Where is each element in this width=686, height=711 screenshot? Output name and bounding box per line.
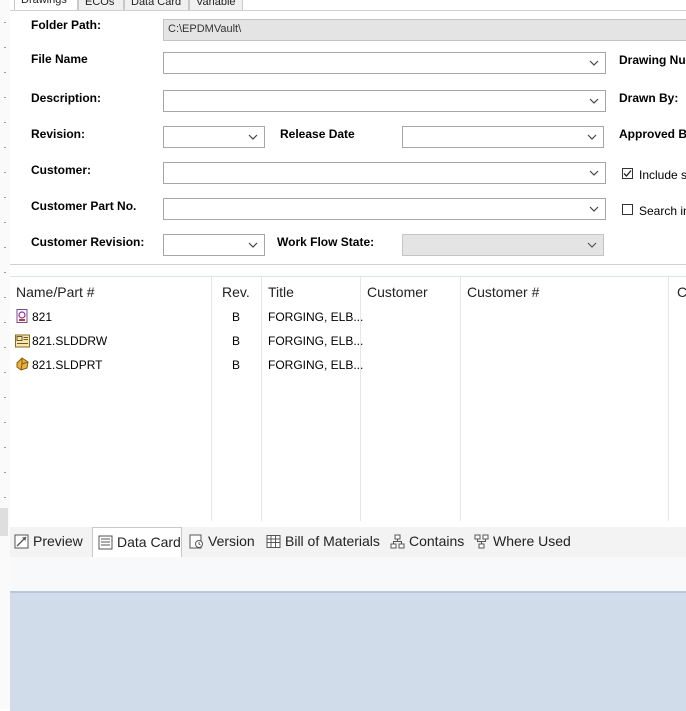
revision-label: Revision: [31,127,86,141]
column-header-rev[interactable]: Rev. [222,284,250,300]
chevron-down-icon [589,98,599,104]
customer-part-label: Customer Part No. [31,199,137,213]
search-in-label: Search in [639,204,686,218]
detail-tabs: Preview Data Card Version Bill of Materi… [10,527,686,558]
part-file-icon [16,357,29,371]
detail-toolbar-strip [10,557,686,591]
row-rev: B [232,310,241,324]
left-gutter [0,0,10,709]
customer-part-combo[interactable] [163,198,606,220]
tab-where-used[interactable]: Where Used [474,527,571,556]
tab-variable[interactable]: Variable [189,0,243,10]
column-header-customer[interactable]: Customer [367,284,428,300]
customer-combo[interactable] [163,162,606,184]
release-date-label: Release Date [280,127,355,141]
release-date-combo[interactable] [402,126,604,148]
tab-bom-label: Bill of Materials [285,533,380,549]
tab-preview-label: Preview [33,533,83,549]
table-row[interactable]: 821.SLDPRT B FORGING, ELB... [10,355,686,377]
table-row[interactable]: 821.SLDDRW B FORGING, ELB... [10,331,686,353]
chevron-down-icon [589,60,599,66]
version-icon [189,534,203,549]
tab-preview[interactable]: Preview [14,527,83,556]
column-header-customer-no[interactable]: Customer # [467,284,539,300]
chevron-down-icon [587,134,597,140]
workflow-state-label: Work Flow State: [277,235,375,249]
chevron-down-icon [587,242,597,248]
include-label: Include su [639,168,686,182]
search-in-checkbox[interactable] [622,204,633,215]
where-used-icon [474,534,489,549]
table-row[interactable]: 821 B FORGING, ELB... [10,307,686,329]
file-name-combo[interactable] [163,52,606,74]
include-checkbox[interactable] [622,168,633,179]
search-panel: Folder Path: C:\EPDMVault\ File Name Dra… [10,10,686,265]
chevron-down-icon [589,170,599,176]
row-name: 821.SLDPRT [32,358,103,372]
row-name: 821 [32,310,53,324]
row-title: FORGING, ELB... [268,310,364,324]
folder-path-field[interactable]: C:\EPDMVault\ [163,19,686,41]
column-header-c[interactable]: C [677,284,686,300]
revision-combo[interactable] [163,126,265,148]
tab-data-card[interactable]: Data Card [124,0,189,10]
row-title: FORGING, ELB... [268,358,364,372]
preview-icon [14,534,29,549]
description-label: Description: [31,91,102,105]
tab-ecos[interactable]: ECOs [78,0,124,10]
tab-contains[interactable]: Contains [390,527,464,556]
column-header-name[interactable]: Name/Part # [16,284,95,300]
row-title: FORGING, ELB... [268,334,364,348]
tab-bill-of-materials[interactable]: Bill of Materials [266,527,380,556]
part-number-icon [16,309,28,323]
tab-version[interactable]: Version [189,527,255,556]
tab-data-card-label: Data Card [117,534,181,550]
data-card-pane [10,591,686,711]
drawing-number-label: Drawing Nu [619,53,686,67]
bom-icon [266,535,281,548]
row-rev: B [232,334,241,348]
workflow-state-combo[interactable] [402,234,604,256]
tab-data-card-detail[interactable]: Data Card [92,527,182,557]
chevron-down-icon [248,134,258,140]
checkmark-icon [623,170,632,177]
tab-version-label: Version [208,533,255,549]
customer-revision-combo[interactable] [163,234,265,256]
approved-by-label: Approved B [619,127,686,141]
tab-contains-label: Contains [409,533,465,549]
column-header-title[interactable]: Title [268,284,294,300]
chevron-down-icon [248,242,258,248]
chevron-down-icon [589,206,599,212]
results-list: Name/Part # Rev. Title Customer Customer… [10,276,686,523]
row-name: 821.SLDDRW [32,334,108,348]
customer-label: Customer: [31,163,92,177]
file-name-label: File Name [31,52,88,66]
drawing-file-icon [15,334,30,348]
description-combo[interactable] [163,90,606,112]
folder-path-label: Folder Path: [31,18,102,32]
customer-revision-label: Customer Revision: [31,235,145,249]
data-card-icon [98,535,113,550]
drawn-by-label: Drawn By: [619,91,679,105]
tab-where-used-label: Where Used [493,533,571,549]
row-rev: B [232,358,241,372]
contains-icon [390,534,405,549]
folder-path-value: C:\EPDMVault\ [168,23,242,35]
